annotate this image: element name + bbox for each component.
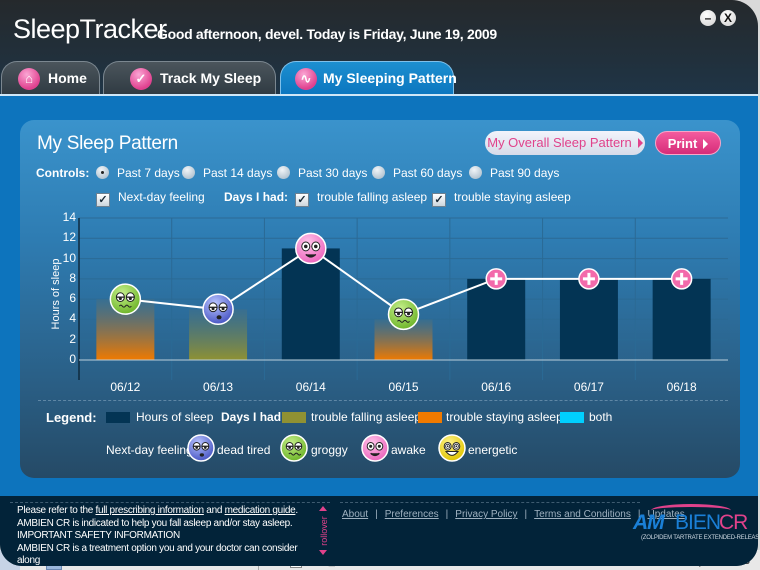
add-feeling-icon[interactable]	[485, 268, 507, 290]
legend-swatch-both	[560, 412, 584, 423]
groggy-face-icon	[280, 434, 308, 462]
groggy-face-icon	[387, 298, 420, 331]
bar-06-18	[652, 278, 711, 360]
add-feeling-icon[interactable]	[578, 268, 600, 290]
logo-text: CR	[719, 511, 748, 534]
sleeptracker-window: SleepTracker Good afternoon, devel. Toda…	[0, 0, 758, 566]
sleep-pattern-panel: My Sleep Pattern My Overall Sleep Patter…	[20, 120, 740, 478]
energetic-face-icon	[438, 434, 466, 462]
tab-label: Home	[48, 70, 87, 86]
x-tick-label: 06/17	[573, 380, 604, 394]
dead-tired-face-icon	[187, 434, 215, 462]
privacy-policy-link[interactable]: Privacy Policy	[455, 509, 517, 520]
face-graphic	[361, 434, 389, 462]
isi-text: .	[295, 505, 298, 516]
logo-text: AM	[633, 511, 665, 534]
awake-face-icon	[295, 232, 327, 265]
isi-line: AMBIEN CR is indicated to help you fall …	[17, 517, 293, 529]
legend-swatch-trouble-falling	[282, 412, 306, 423]
check-icon: ✓	[130, 68, 152, 90]
safety-information: Please refer to the full prescribing inf…	[17, 505, 307, 566]
tab-my-sleeping-pattern[interactable]: ∿ My Sleeping Pattern	[280, 61, 457, 95]
legend-feeling-label: awake	[391, 443, 426, 457]
bar-06-14	[281, 248, 340, 360]
awake-face-icon	[361, 434, 389, 462]
isi-line: IMPORTANT SAFETY INFORMATION	[17, 530, 180, 541]
face-graphic	[187, 434, 215, 462]
separator: |	[375, 509, 378, 520]
separator: |	[524, 509, 528, 520]
close-button[interactable]: X	[720, 10, 736, 26]
isi-line: AMBIEN CR is a treatment option you and …	[17, 542, 298, 567]
sleep-chart	[78, 217, 728, 380]
x-tick-label: 06/13	[203, 380, 234, 394]
bar-06-17	[559, 278, 618, 360]
tab-home[interactable]: ⌂ Home	[1, 61, 100, 95]
rollover-label: rollover	[319, 516, 329, 546]
tab-track-my-sleep[interactable]: ✓ Track My Sleep	[103, 61, 276, 95]
legend-label: Legend:	[46, 410, 97, 425]
x-tick-label: 06/16	[481, 380, 512, 394]
scroll-down-icon	[319, 550, 327, 555]
x-tick-label: 06/12	[110, 380, 141, 394]
legend-swatch-hours	[106, 412, 130, 423]
legend-hours-label: Hours of sleep	[136, 410, 214, 424]
isi-text: Please refer to the	[17, 505, 96, 516]
face-graphic	[438, 434, 466, 462]
dead-tired-face-icon	[202, 293, 234, 326]
bar-06-16	[467, 278, 526, 360]
next-day-feeling-label: Next-day feeling:	[106, 443, 197, 457]
legend-swatch-trouble-staying	[418, 412, 442, 423]
logo-text: BIEN	[675, 511, 721, 534]
add-feeling-icon[interactable]	[670, 268, 693, 290]
tab-label: Track My Sleep	[160, 70, 262, 86]
ambien-cr-logo: AM BIEN CR (ZOLPIDEM TARTRATE EXTENDED-R…	[633, 502, 758, 552]
divider	[38, 400, 728, 401]
rollover-scroll[interactable]: rollover	[318, 506, 329, 556]
divider	[340, 502, 640, 503]
app-title: SleepTracker	[13, 14, 167, 44]
legend-trouble-staying-label: trouble staying asleep	[446, 410, 563, 424]
prescribing-info-link[interactable]: full prescribing information	[96, 505, 205, 516]
legend-feeling-label: energetic	[468, 443, 518, 457]
isi-text: and	[203, 505, 225, 516]
face-graphic	[280, 434, 308, 462]
terms-link[interactable]: Terms and Conditions	[534, 509, 631, 520]
greeting-text: Good afternoon, devel. Today is Friday, …	[157, 26, 497, 42]
legend-trouble-falling-label: trouble falling asleep	[311, 410, 422, 424]
x-tick-label: 06/18	[666, 380, 697, 394]
separator: |	[445, 509, 449, 520]
home-icon: ⌂	[18, 68, 40, 90]
tab-label: My Sleeping Pattern	[323, 70, 457, 86]
footer: Please refer to the full prescribing inf…	[0, 496, 758, 566]
wave-icon: ∿	[295, 68, 317, 90]
preferences-link[interactable]: Preferences	[385, 509, 439, 520]
legend-feeling-label: groggy	[311, 443, 348, 457]
legend-days-label: Days I had:	[221, 410, 286, 424]
about-link[interactable]: About	[342, 509, 368, 520]
x-tick-label: 06/14	[295, 380, 326, 394]
x-tick-label: 06/15	[388, 380, 419, 394]
groggy-face-icon	[109, 283, 142, 315]
legend-feeling-label: dead tired	[217, 443, 271, 457]
minimize-button[interactable]: –	[700, 10, 716, 26]
legend-both-label: both	[589, 410, 613, 424]
logo-subtext: (ZOLPIDEM TARTRATE EXTENDED-RELEASE) C	[641, 535, 758, 541]
divider	[10, 502, 330, 503]
content-area: My Sleep Pattern My Overall Sleep Patter…	[0, 94, 758, 496]
medication-guide-link[interactable]: medication guide	[225, 505, 296, 516]
